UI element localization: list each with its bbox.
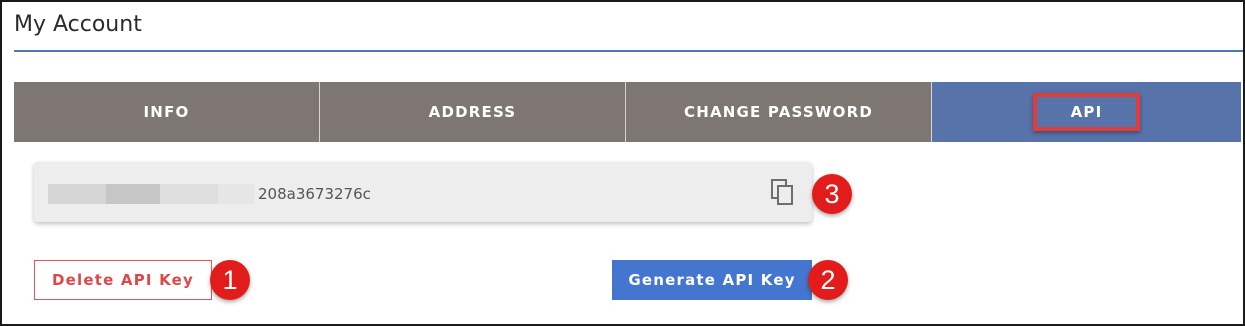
page-title: My Account xyxy=(14,12,142,37)
copy-icon[interactable] xyxy=(770,178,796,206)
tab-address-label: ADDRESS xyxy=(428,103,517,121)
api-key-mask xyxy=(106,184,160,204)
callout-2-badge: 2 xyxy=(808,260,848,300)
callout-3-badge: 3 xyxy=(812,174,852,214)
tab-info-label: INFO xyxy=(143,103,190,121)
tab-api[interactable]: API xyxy=(932,82,1241,142)
tab-address[interactable]: ADDRESS xyxy=(320,82,626,142)
api-key-mask xyxy=(160,184,218,204)
api-key-mask xyxy=(218,184,254,204)
callout-1-badge: 1 xyxy=(210,260,250,300)
account-tabs: INFO ADDRESS CHANGE PASSWORD API xyxy=(14,82,1241,142)
api-key-mask xyxy=(48,184,106,204)
delete-api-key-button[interactable]: Delete API Key xyxy=(34,260,212,300)
account-panel: My Account INFO ADDRESS CHANGE PASSWORD … xyxy=(0,0,1245,326)
tab-info[interactable]: INFO xyxy=(14,82,320,142)
generate-api-key-button[interactable]: Generate API Key xyxy=(612,260,812,300)
tab-change-password-label: CHANGE PASSWORD xyxy=(684,103,873,121)
api-key-value: 208a3673276c xyxy=(258,185,371,203)
tab-change-password[interactable]: CHANGE PASSWORD xyxy=(626,82,932,142)
api-key-field: 208a3673276c xyxy=(34,162,812,222)
title-divider xyxy=(14,50,1243,52)
tab-api-label: API xyxy=(1032,93,1141,131)
